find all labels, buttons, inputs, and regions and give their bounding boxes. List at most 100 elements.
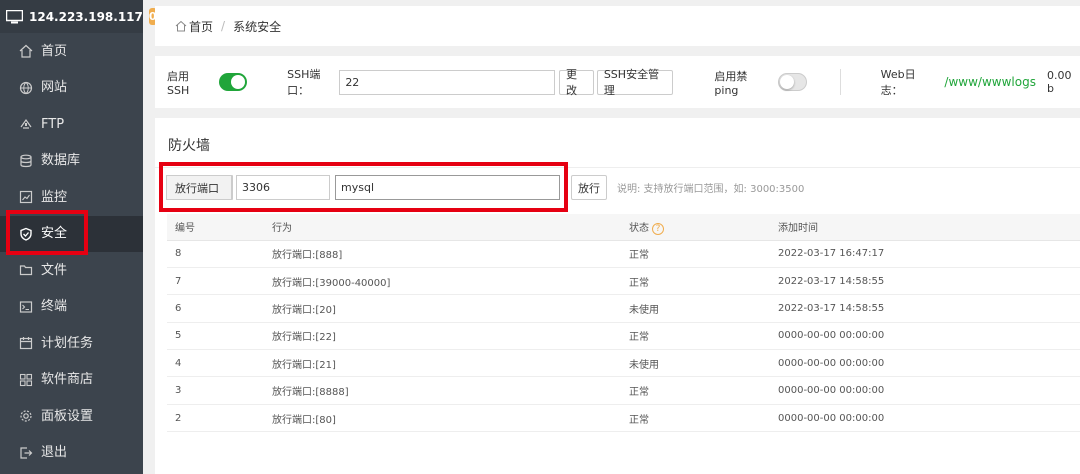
firewall-title: 防火墙 xyxy=(168,138,210,154)
table-row[interactable]: 4 放行端口:[21] 未使用 0000-00-00 00:00:00 xyxy=(167,349,1080,378)
ssh-enable-label: 启用SSH xyxy=(167,69,190,97)
cell-id: 4 xyxy=(167,349,264,378)
ssh-settings-bar: 启用SSH SSH端口： 22 更改 SSH安全管理 启用禁ping Web日志… xyxy=(155,56,1080,108)
ssh-toggle[interactable] xyxy=(218,73,248,91)
cell-time: 0000-00-00 00:00:00 xyxy=(770,376,1080,405)
gear-icon xyxy=(19,409,33,423)
weblog-path-link[interactable]: /www/wwwlogs xyxy=(944,75,1036,89)
sidebar-item-8[interactable]: 计划任务 xyxy=(0,325,143,362)
col-status-label: 状态 xyxy=(629,222,649,234)
main-content: 首页 / 系统安全 启用SSH SSH端口： 22 更改 SSH安全管理 启用禁… xyxy=(143,0,1080,474)
breadcrumb: 首页 / 系统安全 xyxy=(155,6,1080,46)
server-ip: 124.223.198.117 xyxy=(29,9,143,24)
sidebar-item-6[interactable]: 文件 xyxy=(0,252,143,289)
sidebar-item-1[interactable]: 网站 xyxy=(0,70,143,107)
ping-toggle[interactable] xyxy=(778,73,807,91)
sidebar-item-label: 计划任务 xyxy=(41,335,94,351)
cell-time: 0000-00-00 00:00:00 xyxy=(770,404,1080,433)
globe-icon xyxy=(19,81,33,95)
terminal-icon xyxy=(19,300,33,314)
sidebar-item-9[interactable]: 软件商店 xyxy=(0,362,143,399)
cell-id: 5 xyxy=(167,322,264,351)
cell-action: 放行端口:[8888] xyxy=(264,376,621,405)
ssh-port-label: SSH端口： xyxy=(287,68,321,97)
sidebar-item-2[interactable]: FTP xyxy=(0,106,143,143)
sidebar-item-3[interactable]: 数据库 xyxy=(0,143,143,180)
calendar-icon xyxy=(19,336,33,350)
cell-id: 2 xyxy=(167,404,264,433)
cell-action: 放行端口:[888] xyxy=(264,240,621,268)
highlight-box-firewall-input xyxy=(159,162,568,212)
home-icon xyxy=(19,44,33,58)
breadcrumb-home-label: 首页 xyxy=(189,19,214,34)
col-status: 状态? xyxy=(621,214,770,241)
ftp-icon xyxy=(19,117,33,131)
sidebar-item-label: 退出 xyxy=(41,445,68,461)
cell-status: 正常 xyxy=(621,267,770,296)
firewall-table: 编号 行为 状态? 添加时间 8 放行端口:[888] 正常 2022-03-17 1… xyxy=(167,214,1080,433)
breadcrumb-current: 系统安全 xyxy=(233,19,282,34)
cell-action: 放行端口:[21] xyxy=(264,349,621,378)
ssh-port-input[interactable]: 22 xyxy=(339,69,556,95)
divider xyxy=(839,69,841,95)
cell-action: 放行端口:[80] xyxy=(264,404,621,433)
cell-time: 2022-03-17 14:58:55 xyxy=(770,294,1080,323)
col-time: 添加时间 xyxy=(770,214,1080,241)
weblog-label: Web日志： xyxy=(880,68,916,97)
cell-status: 未使用 xyxy=(621,349,770,378)
sidebar-item-label: 网站 xyxy=(41,80,68,96)
sidebar-item-label: 数据库 xyxy=(41,153,81,169)
allow-port-button[interactable]: 放行 xyxy=(571,175,607,200)
sidebar-item-label: 软件商店 xyxy=(41,372,94,388)
breadcrumb-separator: / xyxy=(221,19,226,33)
cell-status: 正常 xyxy=(621,322,770,351)
sidebar-item-label: 面板设置 xyxy=(41,408,94,424)
table-header: 编号 行为 状态? 添加时间 xyxy=(167,214,1080,241)
cell-status: 正常 xyxy=(621,404,770,433)
cell-action: 放行端口:[22] xyxy=(264,322,621,351)
folder-icon xyxy=(19,263,33,277)
cell-status: 正常 xyxy=(621,376,770,405)
sidebar-item-10[interactable]: 面板设置 xyxy=(0,398,143,435)
cell-id: 3 xyxy=(167,376,264,405)
ssh-manage-button[interactable]: SSH安全管理 xyxy=(596,68,674,97)
port-hint: 说明: 支持放行端口范围，如: 3000:3500 xyxy=(617,184,805,195)
weblog-size: 0.00 b xyxy=(1046,69,1072,95)
monitor-icon xyxy=(5,9,24,24)
sidebar-item-label: 文件 xyxy=(41,262,68,278)
cell-status: 正常 xyxy=(621,240,770,268)
cell-action: 放行端口:[20] xyxy=(264,294,621,323)
home-icon xyxy=(175,20,187,32)
sidebar-item-7[interactable]: 终端 xyxy=(0,289,143,326)
table-row[interactable]: 8 放行端口:[888] 正常 2022-03-17 16:47:17 xyxy=(167,240,1080,268)
sidebar-item-label: 首页 xyxy=(41,43,68,59)
ping-label: 启用禁ping xyxy=(714,69,748,97)
sidebar-item-label: 终端 xyxy=(41,299,68,315)
sidebar-item-label: 监控 xyxy=(41,189,68,205)
cell-time: 0000-00-00 00:00:00 xyxy=(770,322,1080,351)
breadcrumb-home[interactable]: 首页 xyxy=(175,18,213,35)
cell-time: 2022-03-17 14:58:55 xyxy=(770,267,1080,296)
sidebar-item-11[interactable]: 退出 xyxy=(0,435,143,472)
col-action: 行为 xyxy=(264,214,621,241)
table-row[interactable]: 6 放行端口:[20] 未使用 2022-03-17 14:58:55 xyxy=(167,294,1080,323)
sidebar-item-0[interactable]: 首页 xyxy=(0,33,143,70)
cell-id: 8 xyxy=(167,240,264,268)
monitor-chart-icon xyxy=(19,190,33,204)
database-icon xyxy=(19,154,33,168)
cell-status: 未使用 xyxy=(621,294,770,323)
table-row[interactable]: 5 放行端口:[22] 正常 0000-00-00 00:00:00 xyxy=(167,322,1080,351)
cell-action: 放行端口:[39000-40000] xyxy=(264,267,621,296)
server-header[interactable]: 124.223.198.117 0 xyxy=(0,0,157,33)
table-row[interactable]: 2 放行端口:[80] 正常 0000-00-00 00:00:00 xyxy=(167,404,1080,433)
table-row[interactable]: 3 放行端口:[8888] 正常 0000-00-00 00:00:00 xyxy=(167,376,1080,405)
change-port-button[interactable]: 更改 xyxy=(559,68,594,97)
cell-id: 7 xyxy=(167,267,264,296)
highlight-box-security xyxy=(6,210,88,255)
cell-time: 0000-00-00 00:00:00 xyxy=(770,349,1080,378)
table-row[interactable]: 7 放行端口:[39000-40000] 正常 2022-03-17 14:58:55 xyxy=(167,267,1080,296)
status-help-icon[interactable]: ? xyxy=(652,222,664,235)
grid-icon xyxy=(19,373,33,387)
sidebar-item-label: FTP xyxy=(41,116,65,132)
col-id: 编号 xyxy=(167,214,264,241)
